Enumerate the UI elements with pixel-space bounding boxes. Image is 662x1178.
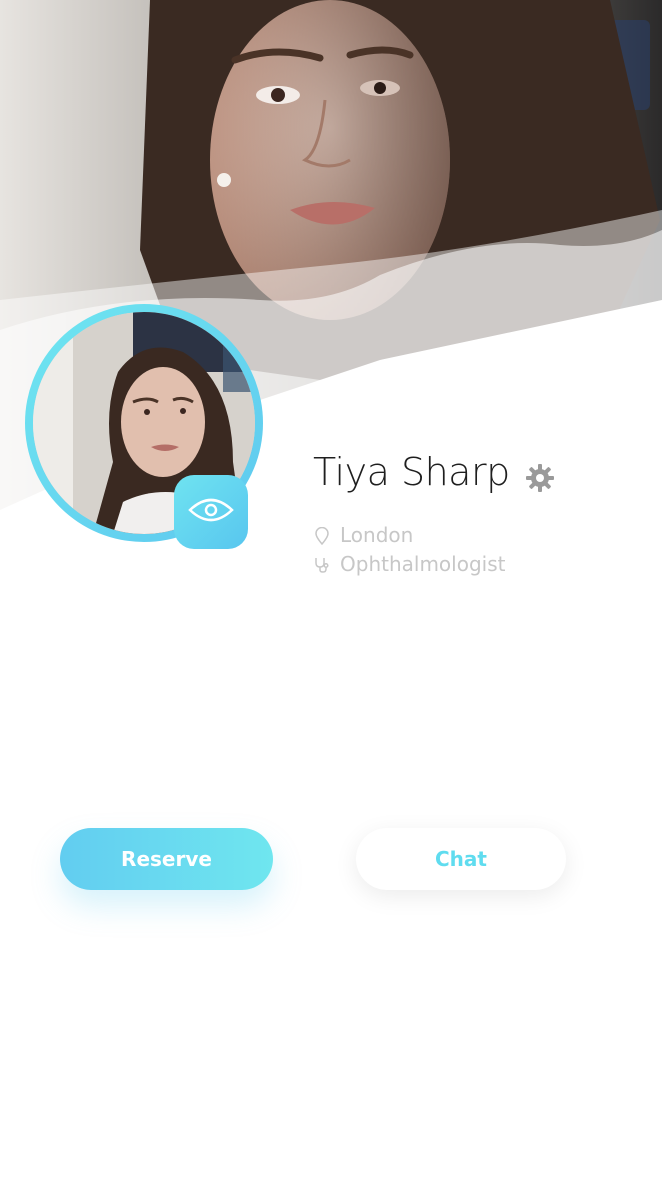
location-text: London bbox=[340, 523, 414, 547]
profile-name: Tiya Sharp bbox=[313, 450, 510, 494]
profile-location: London bbox=[314, 523, 413, 547]
profession-text: Ophthalmologist bbox=[340, 552, 506, 576]
eye-icon bbox=[188, 495, 234, 529]
settings-button[interactable] bbox=[524, 462, 556, 494]
profile-profession: Ophthalmologist bbox=[314, 552, 505, 576]
chat-button[interactable]: Chat bbox=[356, 828, 566, 890]
reserve-button[interactable]: Reserve bbox=[60, 828, 273, 890]
pin-icon bbox=[314, 526, 330, 546]
view-profile-button[interactable] bbox=[174, 475, 248, 549]
gear-icon bbox=[524, 464, 556, 498]
stethoscope-icon bbox=[314, 555, 330, 573]
